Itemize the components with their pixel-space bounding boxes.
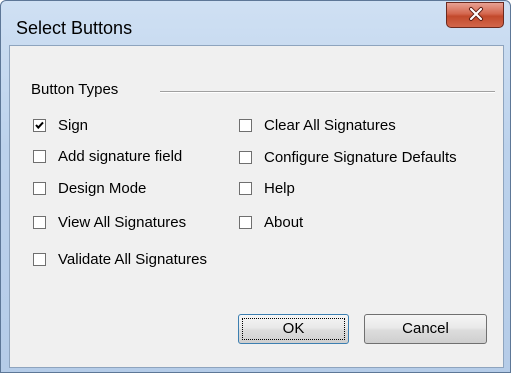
checkbox-box[interactable] [33,118,46,132]
checkbox-about[interactable]: About [239,212,303,232]
checkbox-label: About [264,213,304,231]
dialog-body: Button Types Sign Add signature field De… [9,45,504,368]
close-button[interactable] [446,2,504,28]
checkbox-view-all-signatures[interactable]: View All Signatures [33,212,186,232]
checkbox-box[interactable] [33,149,46,163]
group-divider [160,91,495,93]
checkbox-label: Help [264,179,295,197]
checkbox-help[interactable]: Help [239,178,295,198]
dialog-window: Select Buttons Button Types Sign Add sig… [0,0,511,373]
checkbox-box[interactable] [33,215,46,229]
checkbox-box[interactable] [239,181,252,195]
checkbox-label: Design Mode [58,179,147,197]
cancel-button[interactable]: Cancel [364,314,487,344]
checkbox-label: View All Signatures [58,213,187,231]
checkbox-configure-signature-defaults[interactable]: Configure Signature Defaults [239,147,457,167]
checkbox-box[interactable] [239,150,252,164]
checkbox-label: Clear All Signatures [264,116,396,134]
title-bar[interactable]: Select Buttons [1,1,510,45]
checkbox-add-signature-field[interactable]: Add signature field [33,146,182,166]
checkbox-label: Sign [58,116,89,134]
checkbox-box[interactable] [33,181,46,195]
checkbox-label: Configure Signature Defaults [264,148,457,166]
checkbox-clear-all-signatures[interactable]: Clear All Signatures [239,115,396,135]
checkbox-label: Validate All Signatures [58,250,207,268]
checkbox-design-mode[interactable]: Design Mode [33,178,146,198]
checkbox-box[interactable] [33,252,46,266]
cancel-button-label: Cancel [402,320,449,337]
group-label-button-types: Button Types [31,81,119,98]
checkbox-sign[interactable]: Sign [33,115,88,135]
checkbox-validate-all-signatures[interactable]: Validate All Signatures [33,249,207,269]
focus-rectangle [242,318,345,340]
checkbox-box[interactable] [239,215,252,229]
ok-button[interactable]: OK [238,314,349,344]
checkmark-icon [35,121,44,129]
checkbox-label: Add signature field [58,147,183,165]
close-icon [469,7,483,21]
checkbox-box[interactable] [239,118,252,132]
window-title: Select Buttons [16,18,133,38]
